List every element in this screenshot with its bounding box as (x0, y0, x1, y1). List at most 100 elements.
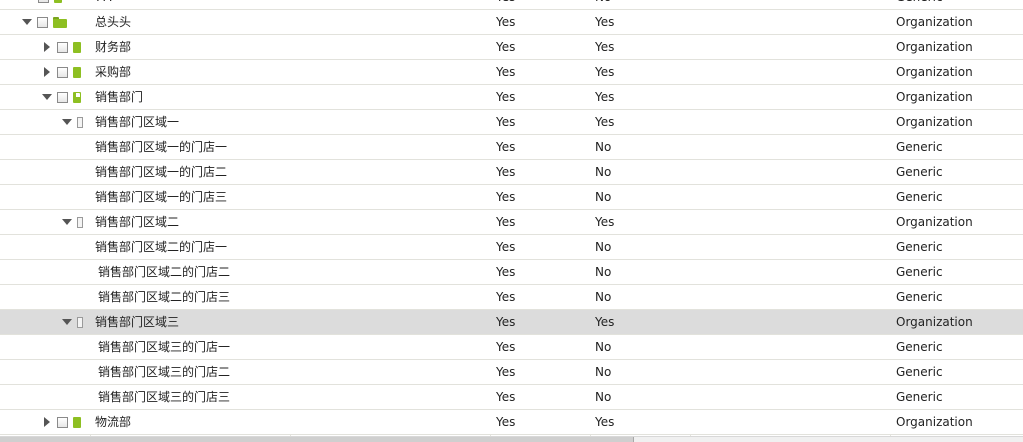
table-row[interactable]: 采购部 Yes Yes Organization (0, 60, 1023, 85)
table-row[interactable]: 销售部门 Yes Yes Organization (0, 85, 1023, 110)
row-col2: Yes (496, 290, 516, 304)
document-icon (54, 0, 62, 3)
document-icon (73, 416, 81, 428)
row-col2: Yes (496, 90, 516, 104)
row-name: 销售部门 (95, 90, 144, 104)
triangle-down-icon (42, 94, 52, 100)
row-col2: Yes (496, 340, 516, 354)
row-type: Generic (896, 165, 943, 179)
row-name: 销售部门区域一的门店三 (95, 190, 228, 204)
document-icon (73, 41, 81, 53)
table-row[interactable]: 销售部门区域一 Yes Yes Organization (0, 110, 1023, 135)
row-col3: No (595, 365, 612, 379)
table-row[interactable]: 总头头 Yes Yes Organization (0, 10, 1023, 35)
expand-toggle[interactable] (41, 416, 53, 428)
row-col2: Yes (496, 115, 516, 129)
row-col2: Yes (496, 415, 516, 429)
row-name: ??? (95, 0, 285, 9)
table-row[interactable]: ??? Yes No Generic (0, 0, 1023, 10)
row-col3: No (595, 290, 612, 304)
row-type: Organization (896, 90, 973, 104)
row-col3: Yes (595, 40, 615, 54)
expand-toggle[interactable] (41, 41, 53, 53)
row-col3: No (595, 140, 612, 154)
triangle-right-icon (44, 417, 50, 427)
row-name: 销售部门区域三 (95, 315, 180, 329)
table-row[interactable]: 销售部门区域二 Yes Yes Organization (0, 210, 1023, 235)
row-type: Generic (896, 340, 943, 354)
row-col3: Yes (595, 15, 615, 29)
row-checkbox[interactable] (38, 0, 49, 3)
row-type: Organization (896, 65, 973, 79)
row-name: 财务部 (95, 40, 132, 54)
table-row[interactable]: 销售部门区域二的门店三 Yes No Generic (0, 285, 1023, 310)
row-name: 总头头 (95, 15, 132, 29)
table-row[interactable]: 财务部 Yes Yes Organization (0, 35, 1023, 60)
document-icon (73, 66, 81, 78)
row-col3: Yes (595, 415, 615, 429)
row-col3: Yes (595, 215, 615, 229)
table-row[interactable]: 物流部 Yes Yes Organization (0, 410, 1023, 435)
triangle-down-icon (62, 219, 72, 225)
blank-page-icon (77, 216, 83, 228)
table-row[interactable]: 销售部门区域二的门店一 Yes No Generic (0, 235, 1023, 260)
row-col2: Yes (496, 15, 516, 29)
row-col2: Yes (496, 190, 516, 204)
table-row-selected[interactable]: 销售部门区域三 Yes Yes Organization (0, 310, 1023, 335)
row-type: Generic (896, 140, 943, 154)
folder-open-icon (53, 16, 67, 28)
row-col2: Yes (496, 40, 516, 54)
blank-page-icon (77, 316, 83, 328)
table-row[interactable]: 销售部门区域一的门店一 Yes No Generic (0, 135, 1023, 160)
collapse-toggle[interactable] (61, 216, 73, 228)
row-name: 销售部门区域一的门店二 (95, 165, 228, 179)
table-row[interactable]: 销售部门区域一的门店三 Yes No Generic (0, 185, 1023, 210)
row-col3: No (595, 165, 612, 179)
scrollbar-thumb[interactable] (0, 437, 634, 442)
row-checkbox[interactable] (57, 91, 68, 103)
row-type: Organization (896, 115, 973, 129)
row-name: 销售部门区域三的门店二 (98, 365, 231, 379)
row-type: Organization (896, 315, 973, 329)
table-row[interactable]: 销售部门区域二的门店二 Yes No Generic (0, 260, 1023, 285)
triangle-right-icon (44, 67, 50, 77)
blank-page-icon (77, 116, 83, 128)
collapse-toggle[interactable] (41, 91, 53, 103)
table-row[interactable]: 销售部门区域三的门店二 Yes No Generic (0, 360, 1023, 385)
horizontal-scrollbar[interactable] (0, 436, 1023, 442)
row-name: 销售部门区域一的门店一 (95, 140, 228, 154)
table-row[interactable]: 销售部门区域一的门店二 Yes No Generic (0, 160, 1023, 185)
row-type: Generic (896, 190, 943, 204)
row-type: Generic (896, 265, 943, 279)
table-row[interactable]: 销售部门区域三的门店三 Yes No Generic (0, 385, 1023, 410)
table-row[interactable]: 销售部门区域三的门店一 Yes No Generic (0, 335, 1023, 360)
row-col2: Yes (496, 0, 586, 9)
row-name: 销售部门区域三的门店一 (98, 340, 231, 354)
tree-grid: ??? Yes No Generic 总头头 Yes Yes Organizat… (0, 0, 1023, 442)
collapse-toggle[interactable] (61, 316, 73, 328)
row-checkbox[interactable] (57, 66, 68, 78)
triangle-down-icon (62, 119, 72, 125)
triangle-right-icon (44, 42, 50, 52)
row-col3: Yes (595, 115, 615, 129)
row-name: 销售部门区域二的门店三 (98, 290, 231, 304)
row-type: Generic (896, 290, 943, 304)
row-name: 销售部门区域二 (95, 215, 180, 229)
row-name: 销售部门区域二的门店一 (95, 240, 228, 254)
collapse-toggle[interactable] (21, 16, 33, 28)
row-col2: Yes (496, 265, 516, 279)
triangle-down-icon (62, 319, 72, 325)
row-col3: Yes (595, 90, 615, 104)
collapse-toggle[interactable] (61, 116, 73, 128)
expand-toggle[interactable] (41, 66, 53, 78)
row-name: 销售部门区域一 (95, 115, 180, 129)
row-type: Generic (896, 240, 943, 254)
row-type: Generic (896, 0, 1022, 9)
row-col2: Yes (496, 315, 516, 329)
tree-rows: ??? Yes No Generic 总头头 Yes Yes Organizat… (0, 0, 1023, 435)
row-col2: Yes (496, 390, 516, 404)
row-checkbox[interactable] (37, 16, 48, 28)
row-checkbox[interactable] (57, 41, 68, 53)
row-checkbox[interactable] (57, 416, 68, 428)
row-col3: No (595, 0, 685, 9)
